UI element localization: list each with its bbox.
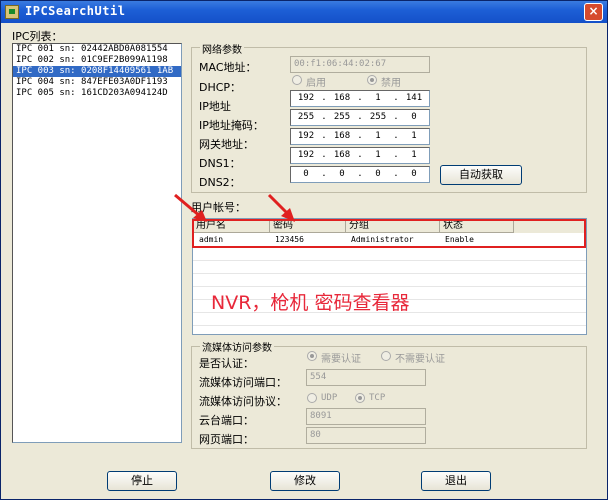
- list-item-selected[interactable]: IPC 003 sn: 0208F14409561 1AB: [13, 66, 181, 77]
- dhcp-enable-label: 启用: [306, 78, 326, 89]
- dhcp-enable-radio[interactable]: [292, 75, 302, 85]
- auth-required-label: 需要认证: [321, 354, 361, 365]
- ptz-port-label: 云台端口：: [199, 414, 254, 427]
- gateway-label: 网关地址：: [199, 138, 254, 151]
- red-arrow-left-icon: [174, 193, 207, 222]
- ptz-port-field[interactable]: 8091: [306, 408, 426, 425]
- mask-octet-2: 255: [333, 112, 351, 122]
- stream-port-field[interactable]: 554: [306, 369, 426, 386]
- stream-protocol-label: 流媒体访问协议：: [199, 395, 287, 408]
- ip-octet-1: 192: [297, 93, 315, 103]
- red-arrow-right-icon: [267, 193, 295, 222]
- stream-port-label: 流媒体访问端口：: [199, 376, 287, 389]
- watermark-text: NVR，枪机 密码查看器: [211, 292, 410, 314]
- dns1-octet-2: 168: [333, 150, 351, 160]
- ip-field[interactable]: 192. 168. 1. 141: [290, 90, 430, 107]
- dns2-field[interactable]: 0. 0. 0. 0: [290, 166, 430, 183]
- gateway-octet-1: 192: [297, 131, 315, 141]
- mask-label: IP地址掩码：: [199, 119, 264, 132]
- gateway-field[interactable]: 192. 168. 1. 1: [290, 128, 430, 145]
- list-item[interactable]: IPC 005 sn: 161CD203A094124D: [13, 88, 181, 99]
- ip-octet-2: 168: [333, 93, 351, 103]
- ip-label: IP地址: [199, 100, 231, 113]
- stop-button[interactable]: 停止: [107, 471, 177, 491]
- dns1-label: DNS1：: [199, 157, 241, 170]
- window-title: IPCSearchUtil: [25, 4, 126, 18]
- ipc-list-label: IPC列表：: [12, 30, 63, 43]
- stream-group-title: 流媒体访问参数: [200, 339, 274, 354]
- tcp-radio[interactable]: [355, 393, 365, 403]
- mac-field[interactable]: 00:f1:06:44:02:67: [290, 56, 430, 73]
- auth-required-radio[interactable]: [307, 351, 317, 361]
- dns1-octet-3: 1: [375, 150, 381, 160]
- auth-label: 是否认证：: [199, 357, 254, 370]
- web-port-label: 网页端口：: [199, 433, 254, 446]
- ipc-listbox[interactable]: IPC 001 sn: 02442ABD0A081554 IPC 002 sn:…: [12, 43, 182, 443]
- dns2-octet-4: 0: [411, 169, 417, 179]
- dhcp-label: DHCP：: [199, 81, 242, 94]
- web-port-field[interactable]: 80: [306, 427, 426, 444]
- gateway-octet-3: 1: [375, 131, 381, 141]
- list-item[interactable]: IPC 004 sn: 847EFE03A0DF1193: [13, 77, 181, 88]
- gateway-octet-4: 1: [411, 131, 417, 141]
- dns2-label: DNS2：: [199, 176, 241, 189]
- mask-octet-3: 255: [369, 112, 387, 122]
- dns1-octet-1: 192: [297, 150, 315, 160]
- auth-not-required-radio[interactable]: [381, 351, 391, 361]
- ip-octet-4: 141: [405, 93, 423, 103]
- title-bar[interactable]: IPCSearchUtil ×: [1, 1, 607, 23]
- list-item[interactable]: IPC 001 sn: 02442ABD0A081554: [13, 44, 181, 55]
- auto-obtain-button[interactable]: 自动获取: [440, 165, 522, 185]
- dns2-octet-2: 0: [339, 169, 345, 179]
- dhcp-disable-radio[interactable]: [367, 75, 377, 85]
- dns1-field[interactable]: 192. 168. 1. 1: [290, 147, 430, 164]
- gateway-octet-2: 168: [333, 131, 351, 141]
- udp-label: UDP: [321, 393, 338, 403]
- close-button[interactable]: ×: [584, 3, 603, 21]
- dhcp-disable-label: 禁用: [381, 78, 401, 89]
- modify-button[interactable]: 修改: [270, 471, 340, 491]
- list-item[interactable]: IPC 002 sn: 01C9EF2B099A1198: [13, 55, 181, 66]
- ip-octet-3: 1: [375, 93, 381, 103]
- mac-label: MAC地址：: [199, 61, 257, 74]
- exit-button[interactable]: 退出: [421, 471, 491, 491]
- udp-radio[interactable]: [307, 393, 317, 403]
- mask-octet-4: 0: [411, 112, 417, 122]
- main-window: IPCSearchUtil × IPC列表： IPC 001 sn: 02442…: [0, 0, 608, 500]
- dns2-octet-1: 0: [303, 169, 309, 179]
- dns1-octet-4: 1: [411, 150, 417, 160]
- tcp-label: TCP: [369, 393, 386, 403]
- mask-field[interactable]: 255. 255. 255. 0: [290, 109, 430, 126]
- highlight-box: [192, 219, 586, 248]
- dns2-octet-3: 0: [375, 169, 381, 179]
- app-icon: [5, 5, 19, 19]
- network-group-title: 网络参数: [200, 41, 244, 56]
- auth-not-required-label: 不需要认证: [395, 354, 445, 365]
- mask-octet-1: 255: [297, 112, 315, 122]
